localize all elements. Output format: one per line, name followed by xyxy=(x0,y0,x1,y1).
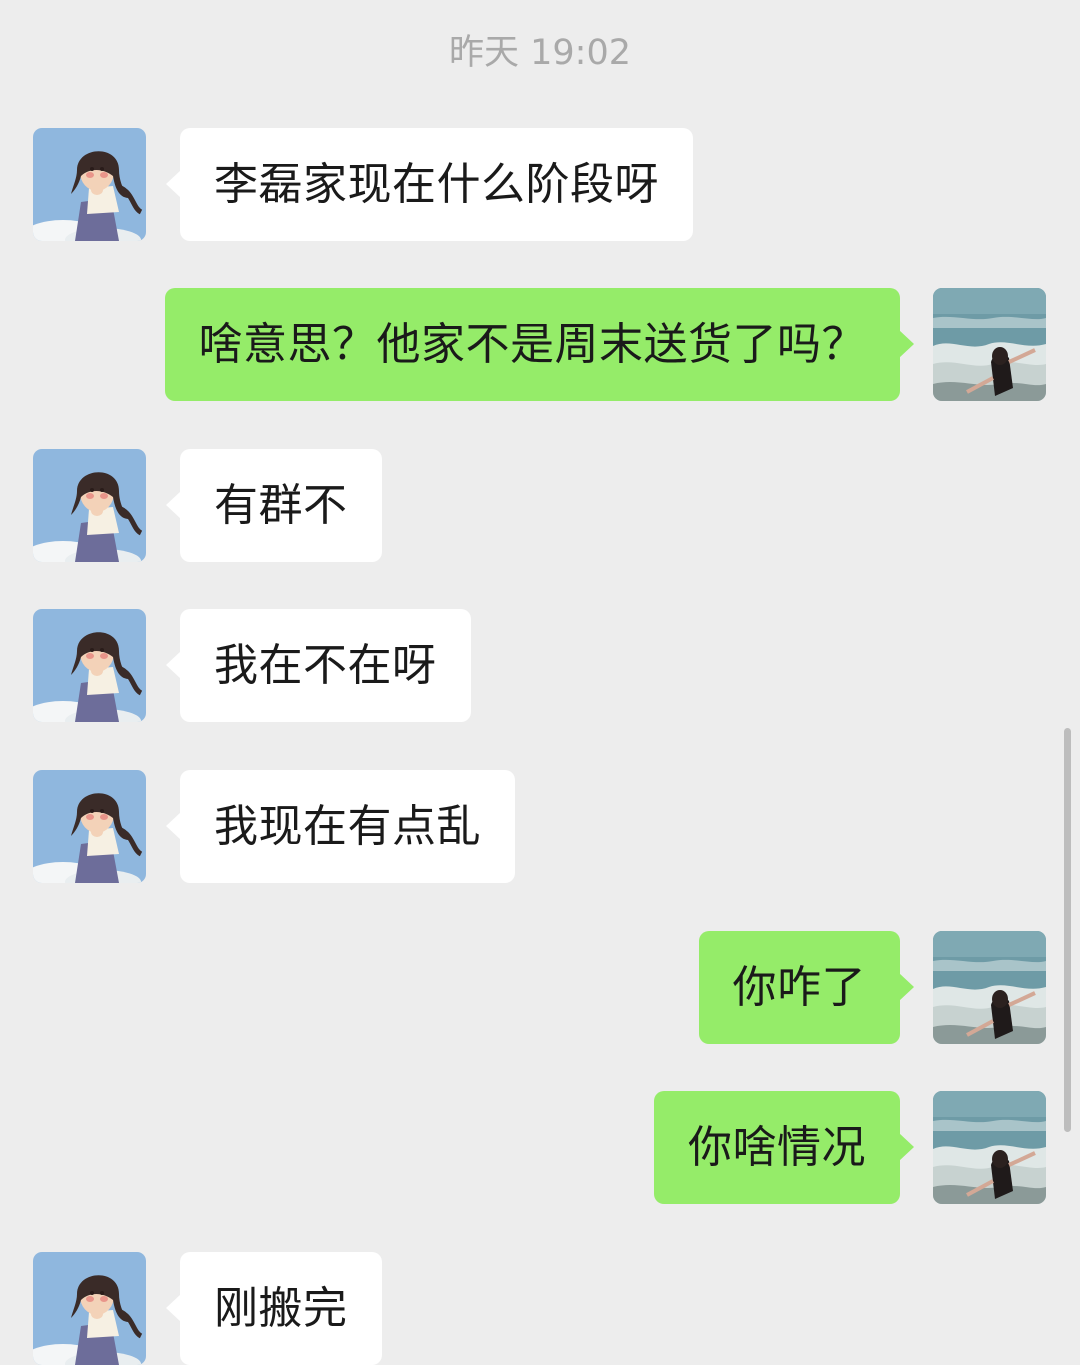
message-bubble-outgoing[interactable]: 你啥情况 xyxy=(654,1091,914,1204)
sea-photo-avatar-icon[interactable] xyxy=(933,931,1046,1044)
message-bubble-incoming[interactable]: 我现在有点乱 xyxy=(166,770,515,883)
message-bubble-outgoing[interactable]: 你咋了 xyxy=(698,931,914,1044)
message-row-incoming: 我现在有点乱 xyxy=(0,770,1080,883)
message-row-outgoing: 你啥情况 xyxy=(0,1091,1080,1204)
message-row-outgoing: 你咋了 xyxy=(0,931,1080,1044)
girl-cartoon-avatar-icon[interactable] xyxy=(33,1252,146,1365)
sea-photo-avatar-icon[interactable] xyxy=(933,1091,1046,1204)
message-bubble-incoming[interactable]: 我在不在呀 xyxy=(166,609,471,722)
sea-photo-avatar-icon[interactable] xyxy=(933,288,1046,401)
girl-cartoon-avatar-icon[interactable] xyxy=(33,449,146,562)
message-row-outgoing: 啥意思？他家不是周末送货了吗？ xyxy=(0,288,1080,401)
message-row-incoming: 李磊家现在什么阶段呀 xyxy=(0,128,1080,241)
girl-cartoon-avatar-icon[interactable] xyxy=(33,128,146,241)
message-bubble-outgoing[interactable]: 啥意思？他家不是周末送货了吗？ xyxy=(164,288,914,401)
girl-cartoon-avatar-icon[interactable] xyxy=(33,770,146,883)
scrollbar[interactable] xyxy=(1064,728,1071,1132)
message-row-incoming: 我在不在呀 xyxy=(0,609,1080,722)
message-bubble-incoming[interactable]: 刚搬完 xyxy=(166,1252,382,1365)
message-row-incoming: 有群不 xyxy=(0,449,1080,562)
message-row-incoming: 刚搬完 xyxy=(0,1252,1080,1365)
girl-cartoon-avatar-icon[interactable] xyxy=(33,609,146,722)
chat-timestamp: 昨天 19:02 xyxy=(449,33,631,73)
message-bubble-incoming[interactable]: 有群不 xyxy=(166,449,382,562)
message-bubble-incoming[interactable]: 李磊家现在什么阶段呀 xyxy=(166,128,693,241)
